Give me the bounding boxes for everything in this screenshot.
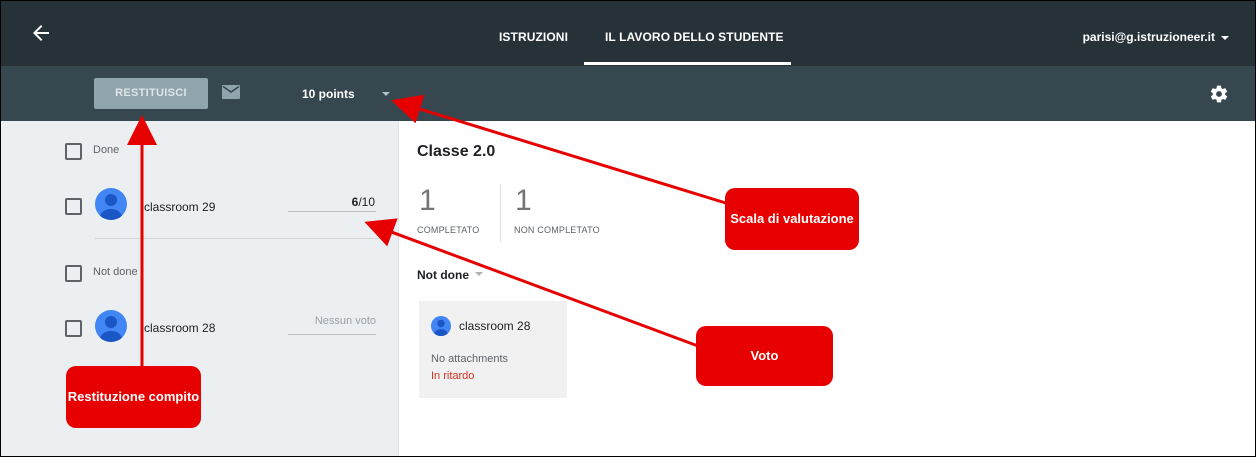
app-window: ISTRUZIONI IL LAVORO DELLO STUDENTE pari… <box>0 0 1256 457</box>
arrow-to-grade <box>364 218 699 348</box>
arrow-to-points <box>391 94 730 206</box>
callout-grade: Voto <box>696 326 833 386</box>
callout-return-assignment: Restituzione compito <box>66 366 201 428</box>
callout-grading-scale: Scala di valutazione <box>725 188 859 250</box>
